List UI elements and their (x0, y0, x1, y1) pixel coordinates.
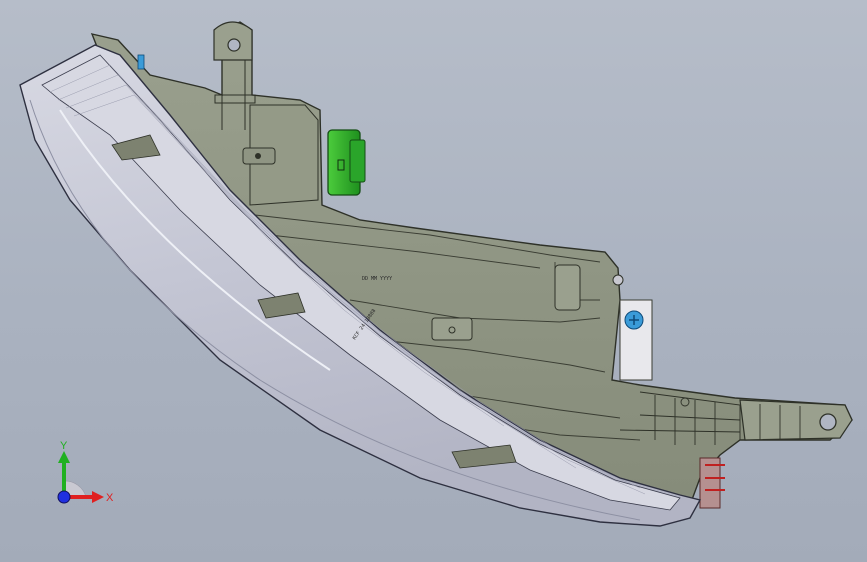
boss-2 (431, 317, 473, 341)
graphics-viewport[interactable]: DD MM YYYY KCF 24 18888 Y X (0, 0, 867, 562)
green-connector[interactable] (327, 129, 366, 196)
y-axis-label: Y (60, 440, 68, 452)
screw-bracket[interactable] (619, 299, 653, 381)
coordinate-triad: Y X (57, 440, 114, 504)
blue-clip (137, 54, 145, 70)
mount-hole-right (819, 413, 837, 431)
boss-1 (554, 264, 581, 311)
red-pins (699, 457, 725, 509)
headlamp-model[interactable]: DD MM YYYY KCF 24 18888 (0, 0, 867, 562)
date-stamp: DD MM YYYY (362, 276, 392, 282)
x-axis-label: X (106, 492, 114, 504)
origin-marker (57, 490, 71, 504)
mount-hole-top (227, 38, 241, 52)
small-screw-icon (612, 274, 624, 286)
